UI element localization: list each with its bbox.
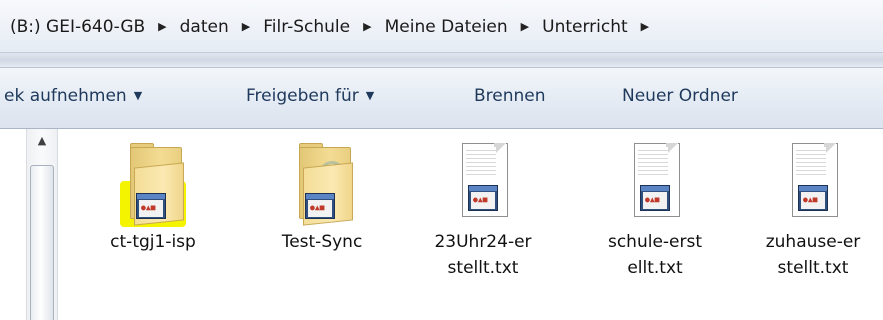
include-in-library-button[interactable]: ek aufnehmen ▼ [4, 86, 142, 106]
breadcrumb-arrow-icon[interactable]: ▶ [354, 20, 380, 33]
address-bar[interactable]: (B:) GEI-640-GB ▶ daten ▶ Filr-Schule ▶ … [0, 0, 883, 53]
text-file-icon: ●▲■ [778, 141, 848, 225]
window-body: ●▲■ [801, 192, 825, 209]
app-window-icon: ●▲■ [305, 193, 335, 219]
file-label-line2: ellt.txt [627, 258, 683, 278]
share-with-label: Freigeben für [246, 86, 359, 106]
file-label: schule-erst ellt.txt [590, 229, 720, 281]
burn-button[interactable]: Brennen [474, 86, 546, 106]
breadcrumb-arrow-icon[interactable]: ▶ [512, 20, 538, 33]
file-label: 23Uhr24-er stellt.txt [418, 229, 548, 281]
paper-lines [466, 147, 496, 177]
app-window-icon: ●▲■ [468, 185, 498, 211]
breadcrumb-filr-schule[interactable]: Filr-Schule [259, 17, 354, 37]
file-label: zuhause-er stellt.txt [748, 229, 878, 281]
breadcrumb-meine-dateien[interactable]: Meine Dateien [381, 17, 512, 37]
window-body: ●▲■ [471, 192, 495, 209]
file-item-schule-erstellt[interactable]: ●▲■ schule-erst ellt.txt [590, 141, 720, 281]
window-body: ●▲■ [308, 200, 332, 217]
folder-icon: ●▲■ [287, 141, 357, 226]
file-label-line1: zuhause-er [765, 232, 861, 252]
window-titlebar [137, 194, 165, 199]
file-label: ct-tgj1-isp [110, 232, 196, 252]
breadcrumb-drive[interactable]: (B:) GEI-640-GB [6, 17, 149, 37]
window-body: ●▲■ [139, 200, 163, 217]
window-glyph: ●▲■ [141, 203, 156, 212]
window-titlebar [799, 186, 827, 191]
window-glyph: ●▲■ [310, 203, 325, 212]
vertical-scrollbar[interactable]: ▲ [26, 129, 58, 320]
command-toolbar: ek aufnehmen ▼ Freigeben für ▼ Brennen Neu… [0, 68, 883, 129]
window-body: ●▲■ [643, 192, 667, 209]
window-glyph: ●▲■ [473, 195, 488, 204]
include-in-library-label: ek aufnehmen [4, 86, 127, 106]
file-label-line2: stellt.txt [447, 258, 519, 278]
file-view: ▲ ●▲■ ct-tgj1-isp ●▲■ Test-Sync ●▲■ 23Uh… [0, 129, 883, 320]
app-window-icon: ●▲■ [798, 185, 828, 211]
file-label-line1: schule-erst [607, 232, 703, 252]
paper-lines [796, 147, 826, 177]
file-label: Test-Sync [281, 232, 363, 252]
breadcrumb-arrow-icon[interactable]: ▶ [233, 20, 259, 33]
breadcrumb-daten[interactable]: daten [176, 17, 233, 37]
breadcrumb-unterricht[interactable]: Unterricht [538, 17, 632, 37]
chevron-down-icon: ▼ [365, 89, 375, 102]
text-file-icon: ●▲■ [448, 141, 518, 225]
app-window-icon: ●▲■ [136, 193, 166, 219]
explorer-window: (B:) GEI-640-GB ▶ daten ▶ Filr-Schule ▶ … [0, 0, 883, 320]
file-item-zuhause-erstellt[interactable]: ●▲■ zuhause-er stellt.txt [748, 141, 878, 281]
folder-icon: ●▲■ [118, 141, 188, 227]
breadcrumb-arrow-icon[interactable]: ▶ [149, 20, 175, 33]
new-folder-button[interactable]: Neuer Ordner [622, 86, 738, 106]
file-label-line2: stellt.txt [777, 258, 849, 278]
text-file-icon: ●▲■ [620, 141, 690, 225]
separator-band [0, 53, 883, 68]
app-window-icon: ●▲■ [640, 185, 670, 211]
window-glyph: ●▲■ [803, 195, 818, 204]
window-titlebar [306, 194, 334, 199]
scroll-up-icon[interactable]: ▲ [27, 129, 57, 153]
breadcrumb: (B:) GEI-640-GB ▶ daten ▶ Filr-Schule ▶ … [6, 12, 658, 42]
breadcrumb-arrow-icon[interactable]: ▶ [632, 20, 658, 33]
file-item-ct-tgj1-isp[interactable]: ●▲■ ct-tgj1-isp [88, 141, 218, 255]
file-item-23uhr24[interactable]: ●▲■ 23Uhr24-er stellt.txt [418, 141, 548, 281]
share-with-button[interactable]: Freigeben für ▼ [246, 86, 374, 106]
file-label-line1: 23Uhr24-er [434, 232, 532, 252]
window-titlebar [641, 186, 669, 191]
window-titlebar [469, 186, 497, 191]
file-item-test-sync[interactable]: ●▲■ Test-Sync [257, 141, 387, 255]
scrollbar-thumb[interactable] [30, 165, 54, 320]
paper-lines [638, 147, 668, 177]
chevron-down-icon: ▼ [133, 89, 143, 102]
window-glyph: ●▲■ [645, 195, 660, 204]
